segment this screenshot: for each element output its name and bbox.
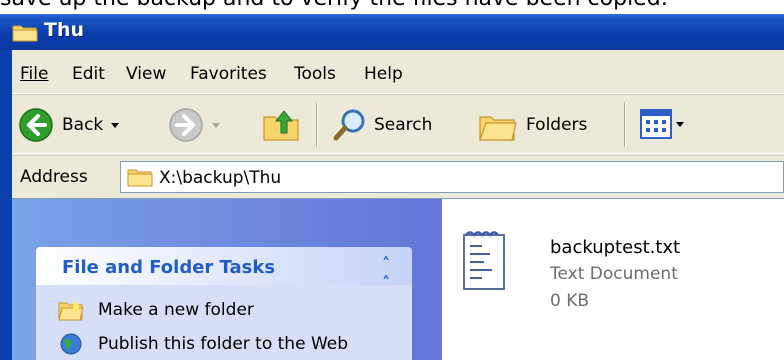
toolbar-separator <box>316 103 318 147</box>
back-arrow-icon <box>19 108 53 142</box>
caption-strip: save up the backup and to verify the fil… <box>0 0 784 14</box>
up-folder-icon <box>263 110 299 141</box>
window-title: Thu <box>44 19 85 41</box>
menu-help[interactable]: Help <box>364 64 403 84</box>
menu-tools[interactable]: Tools <box>294 64 336 84</box>
address-value: X:\backup\Thu <box>159 168 282 188</box>
menu-favorites-label: Favorites <box>190 64 267 84</box>
address-bar: Address X:\backup\Thu <box>12 155 784 197</box>
menu-file-label: File <box>20 64 49 84</box>
back-label: Back <box>62 115 104 135</box>
menu-view-label: View <box>126 64 167 84</box>
forward-arrow-icon <box>169 108 203 142</box>
task-publish-folder[interactable]: Publish this folder to the Web <box>58 333 348 355</box>
content-area: File and Folder Tasks ˄ ˄ Make a new fold… <box>12 198 784 360</box>
new-folder-icon <box>58 300 84 321</box>
search-icon <box>333 109 365 141</box>
task-box-title: File and Folder Tasks <box>62 257 276 278</box>
forward-dropdown-icon[interactable] <box>212 122 220 128</box>
menu-tools-label: Tools <box>294 64 336 84</box>
task-box-header[interactable]: File and Folder Tasks ˄ ˄ <box>36 247 412 292</box>
menu-help-label: Help <box>364 64 403 84</box>
file-type: Text Document <box>550 264 678 284</box>
views-icon <box>640 109 672 139</box>
search-button[interactable]: Search <box>332 107 432 143</box>
tasks-panel: File and Folder Tasks ˄ ˄ Make a new fold… <box>12 199 442 360</box>
task-make-new-folder-label: Make a new folder <box>98 300 254 320</box>
toolbar-separator <box>624 103 626 147</box>
back-button[interactable]: Back <box>18 107 120 143</box>
menu-file[interactable]: File <box>20 64 48 84</box>
views-dropdown-icon[interactable] <box>676 121 684 127</box>
window-left-border <box>0 50 12 360</box>
forward-button[interactable] <box>168 107 220 143</box>
title-bar[interactable]: Thu <box>0 14 784 50</box>
back-dropdown-icon[interactable] <box>111 122 120 128</box>
file-item[interactable]: backuptest.txt Text Document 0 KB <box>460 229 770 319</box>
text-document-icon <box>463 231 505 290</box>
file-size: 0 KB <box>550 291 590 311</box>
globe-icon <box>60 333 82 355</box>
menu-edit-label: Edit <box>72 64 105 84</box>
task-publish-folder-label: Publish this folder to the Web <box>98 334 349 354</box>
search-label: Search <box>374 115 433 135</box>
caption-text: save up the backup and to verify the fil… <box>0 0 668 11</box>
menu-favorites[interactable]: Favorites <box>190 64 267 84</box>
folders-button[interactable]: Folders <box>478 107 587 143</box>
menu-bar: File Edit View Favorites Tools Help <box>12 50 784 94</box>
address-input[interactable]: X:\backup\Thu <box>120 161 784 193</box>
views-button[interactable] <box>640 109 684 139</box>
folder-icon <box>127 169 153 187</box>
address-label: Address <box>20 167 88 187</box>
menu-view[interactable]: View <box>126 64 166 84</box>
menu-edit[interactable]: Edit <box>72 64 105 84</box>
up-folder-button[interactable] <box>262 107 300 143</box>
file-name: backuptest.txt <box>550 237 681 258</box>
task-box-body: Make a new folder Publish this folder to… <box>36 285 412 360</box>
folder-icon <box>12 25 38 42</box>
task-make-new-folder[interactable]: Make a new folder <box>58 299 254 321</box>
folders-label: Folders <box>526 115 588 135</box>
toolbar: Back Search Folders <box>12 94 784 154</box>
folders-icon <box>479 116 517 141</box>
